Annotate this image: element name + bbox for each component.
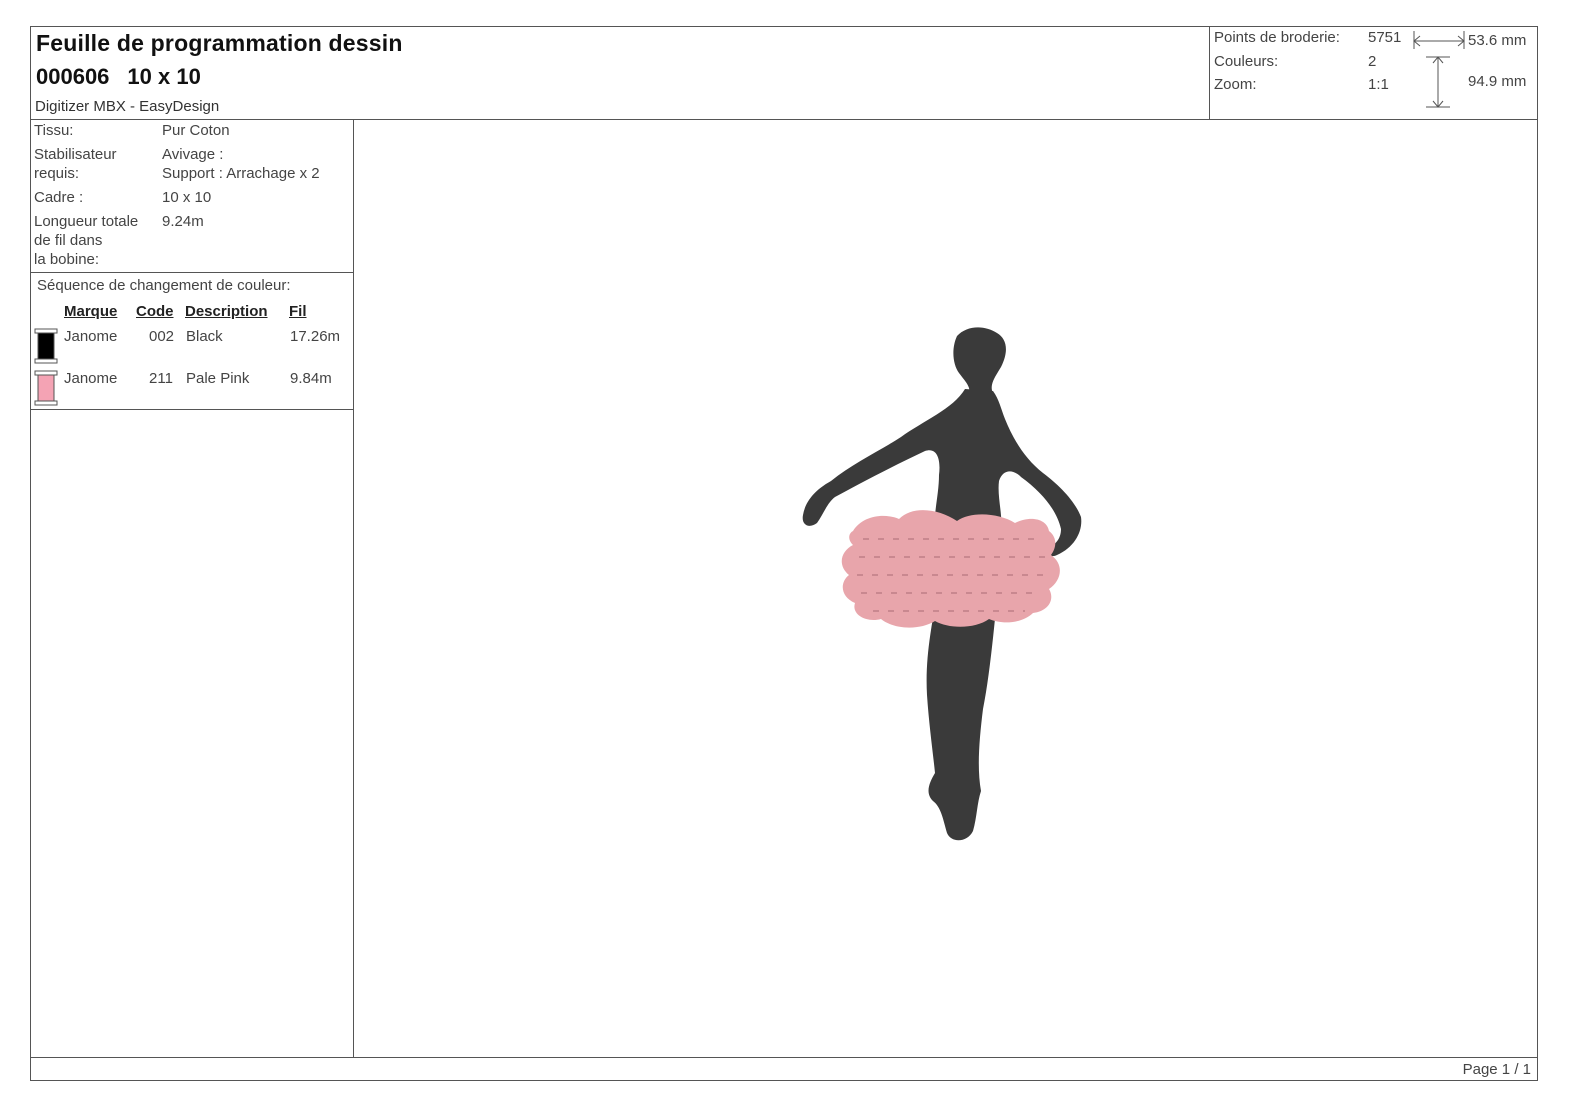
sheet-header: Feuille de programmation dessin 000606 10…: [31, 27, 1537, 120]
ballerina-head: [953, 327, 1006, 393]
stabilizer-value-line1: Avivage :: [162, 146, 224, 163]
design-width: 53.6 mm: [1468, 32, 1527, 49]
ballerina-leg: [926, 595, 997, 841]
thread-length-label-line2: de fil dans: [34, 232, 103, 249]
material-info: Tissu: Pur Coton Stabilisateur requis: A…: [31, 119, 353, 273]
row-description: Pale Pink: [186, 370, 250, 387]
spool-color-black: [37, 332, 55, 360]
color-sequence: Séquence de changement de couleur: Marqu…: [31, 272, 353, 410]
header-thread: Fil: [289, 303, 307, 320]
stabilizer-label-line2: requis:: [34, 165, 80, 182]
design-preview-area: [353, 119, 1539, 1057]
ballerina-tutu: [841, 510, 1060, 628]
row-description: Black: [186, 328, 223, 345]
header-code: Code: [136, 303, 174, 320]
spool-color-pink: [37, 374, 55, 402]
thread-spool-icon: [34, 370, 58, 406]
sheet-footer: Page 1 / 1: [31, 1057, 1537, 1082]
stabilizer-label-line1: Stabilisateur: [34, 146, 117, 163]
hoop-size: 10 x 10: [127, 64, 201, 89]
header-brand: Marque: [64, 303, 118, 320]
page-title: Feuille de programmation dessin: [36, 30, 403, 56]
color-count-label: Couleurs:: [1214, 53, 1279, 70]
dimension-arrows-icon: [1413, 31, 1465, 108]
design-stats: Points de broderie: 5751 Couleurs: 2 Zoo…: [1209, 27, 1540, 119]
stitch-count-label: Points de broderie:: [1214, 29, 1340, 46]
software-name: Digitizer MBX - EasyDesign: [35, 98, 220, 115]
fabric-label: Tissu:: [34, 122, 74, 139]
thread-spool-icon: [34, 328, 58, 364]
programming-sheet: Feuille de programmation dessin 000606 10…: [30, 26, 1538, 1081]
info-panel: Tissu: Pur Coton Stabilisateur requis: A…: [31, 119, 354, 1057]
color-sequence-title: Séquence de changement de couleur:: [37, 277, 291, 294]
row-brand: Janome: [64, 370, 118, 387]
zoom-label: Zoom:: [1214, 76, 1257, 93]
fabric-value: Pur Coton: [162, 122, 230, 139]
ballerina-embroidery-design: [802, 327, 1082, 841]
row-thread: 17.26m: [290, 328, 341, 345]
thread-length-label-line3: la bobine:: [34, 251, 100, 268]
stabilizer-value-line2: Support : Arrachage x 2: [162, 165, 320, 182]
page-number: Page 1 / 1: [1462, 1061, 1531, 1078]
frame-value: 10 x 10: [162, 189, 212, 206]
thread-length-label-line1: Longueur totale: [34, 213, 139, 230]
design-id: 000606 10 x 10: [36, 64, 219, 90]
row-thread: 9.84m: [290, 370, 332, 387]
color-count-value: 2: [1368, 53, 1377, 70]
design-number: 000606: [36, 64, 110, 89]
tutu-shape: [841, 510, 1060, 628]
row-code: 002: [149, 328, 175, 345]
row-brand: Janome: [64, 328, 118, 345]
header-description: Description: [185, 303, 268, 320]
zoom-value: 1:1: [1368, 76, 1389, 93]
frame-label: Cadre :: [34, 189, 84, 206]
stitch-count-value: 5751: [1368, 29, 1402, 46]
design-height: 94.9 mm: [1468, 73, 1527, 90]
row-code: 211: [149, 370, 173, 387]
thread-length-value: 9.24m: [162, 213, 204, 230]
